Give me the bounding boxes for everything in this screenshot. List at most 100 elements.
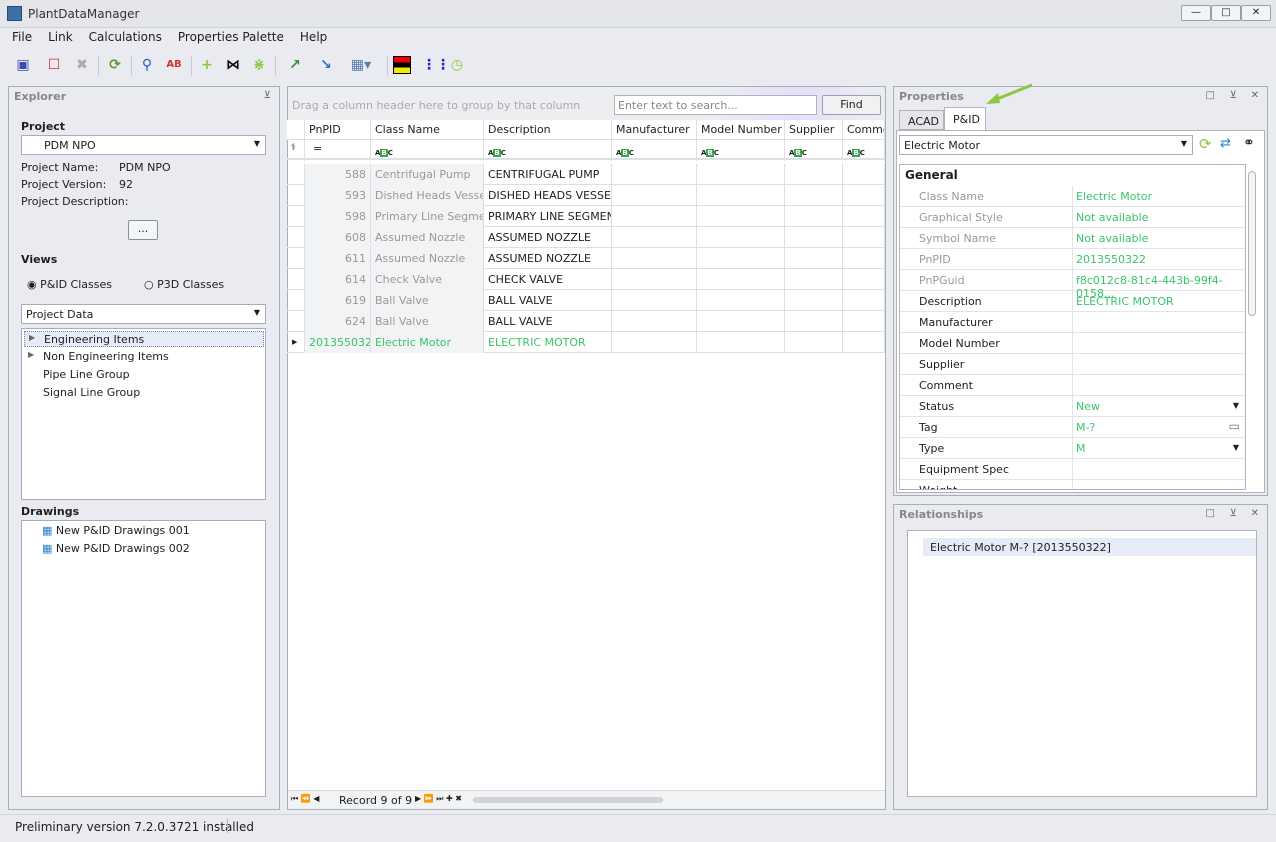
pnpid-cell[interactable]: 614 bbox=[305, 269, 371, 290]
property-value[interactable]: Not available bbox=[1076, 211, 1148, 224]
property-row[interactable]: Manufacturer bbox=[900, 312, 1245, 333]
tree-item-non-engineering-items[interactable]: ▶ Non Engineering Items bbox=[24, 349, 264, 365]
empty-cell[interactable] bbox=[785, 332, 843, 353]
close-icon[interactable]: ✖ bbox=[73, 56, 91, 74]
dropdown-arrow-icon[interactable]: ▼ bbox=[1233, 443, 1239, 452]
maximize-button[interactable]: □ bbox=[1211, 5, 1241, 21]
export-icon[interactable]: ↗ bbox=[286, 56, 304, 74]
empty-cell[interactable] bbox=[843, 311, 885, 332]
class-name-cell[interactable]: Dished Heads Vessel bbox=[371, 185, 484, 206]
property-row[interactable]: Graphical Style Not available bbox=[900, 207, 1245, 228]
empty-cell[interactable] bbox=[785, 269, 843, 290]
empty-cell[interactable] bbox=[697, 290, 785, 311]
class-select[interactable]: Electric Motor ▼ bbox=[899, 135, 1193, 155]
columns-icon[interactable]: ⋮⋮ bbox=[422, 56, 450, 74]
view-select[interactable]: Project Data ▼ bbox=[21, 304, 266, 324]
menu-properties-palette[interactable]: Properties Palette bbox=[166, 28, 292, 44]
row-indicator[interactable] bbox=[287, 269, 305, 290]
property-row[interactable]: Description ELECTRIC MOTOR bbox=[900, 291, 1245, 312]
empty-cell[interactable] bbox=[785, 227, 843, 248]
column-header[interactable]: Class Name bbox=[371, 120, 484, 141]
sync-icon[interactable]: ⇄ bbox=[1220, 136, 1231, 151]
empty-cell[interactable] bbox=[697, 311, 785, 332]
property-value[interactable]: M bbox=[1076, 442, 1086, 455]
editor-icon[interactable]: ▭ bbox=[1229, 419, 1240, 433]
refresh-icon[interactable]: ⟳ bbox=[106, 56, 124, 74]
description-cell[interactable]: ELECTRIC MOTOR bbox=[484, 332, 612, 353]
more-button[interactable]: ... bbox=[128, 220, 158, 240]
property-value[interactable]: 2013550322 bbox=[1076, 253, 1146, 266]
filter-operator[interactable]: = bbox=[305, 140, 371, 161]
filter-cell[interactable]: ABC bbox=[843, 140, 885, 161]
class-name-cell[interactable]: Assumed Nozzle bbox=[371, 248, 484, 269]
empty-cell[interactable] bbox=[697, 185, 785, 206]
pin-icon[interactable]: ⊻ bbox=[1230, 508, 1237, 519]
property-row[interactable]: PnPID 2013550322 bbox=[900, 249, 1245, 270]
empty-cell[interactable] bbox=[785, 311, 843, 332]
column-header[interactable]: Supplier bbox=[785, 120, 843, 141]
compare-icon[interactable]: ⚭ bbox=[1243, 135, 1255, 151]
row-indicator[interactable] bbox=[287, 248, 305, 269]
menu-help[interactable]: Help bbox=[288, 28, 335, 44]
row-indicator[interactable] bbox=[287, 290, 305, 311]
dropdown-arrow-icon[interactable]: ▼ bbox=[1233, 401, 1239, 410]
property-row[interactable]: Comment bbox=[900, 375, 1245, 396]
class-name-cell[interactable]: Centrifugal Pump bbox=[371, 164, 484, 185]
class-name-cell[interactable]: Check Valve bbox=[371, 269, 484, 290]
empty-cell[interactable] bbox=[697, 332, 785, 353]
description-cell[interactable]: CHECK VALVE bbox=[484, 269, 612, 290]
drawing-item[interactable]: ▦ New P&ID Drawings 002 bbox=[42, 542, 190, 555]
row-indicator[interactable] bbox=[287, 227, 305, 248]
drawing-item[interactable]: ▦ New P&ID Drawings 001 bbox=[42, 524, 190, 537]
property-value[interactable]: M-? bbox=[1076, 421, 1095, 434]
search-icon[interactable]: ⚲ bbox=[138, 56, 156, 74]
property-value[interactable]: ELECTRIC MOTOR bbox=[1076, 295, 1174, 308]
menu-link[interactable]: Link bbox=[36, 28, 81, 44]
close-window-button[interactable]: ✕ bbox=[1241, 5, 1271, 21]
empty-cell[interactable] bbox=[612, 290, 697, 311]
property-row[interactable]: Weight bbox=[900, 480, 1245, 489]
pnpid-cell[interactable]: 619 bbox=[305, 290, 371, 311]
filter-cell[interactable]: ABC bbox=[697, 140, 785, 161]
tree-item-signal-line-group[interactable]: Signal Line Group bbox=[43, 386, 140, 399]
empty-cell[interactable] bbox=[697, 269, 785, 290]
tab-acad[interactable]: ACAD bbox=[899, 110, 944, 130]
property-value[interactable]: Not available bbox=[1076, 232, 1148, 245]
pin-icon[interactable]: ⊻ bbox=[1230, 90, 1237, 101]
project-select[interactable]: PDM NPO ▼ bbox=[21, 135, 266, 155]
row-indicator[interactable] bbox=[287, 206, 305, 227]
empty-cell[interactable] bbox=[612, 269, 697, 290]
empty-cell[interactable] bbox=[785, 206, 843, 227]
search-input[interactable]: Enter text to search... bbox=[614, 95, 817, 115]
empty-cell[interactable] bbox=[697, 164, 785, 185]
pnpid-cell[interactable]: 588 bbox=[305, 164, 371, 185]
relationship-item[interactable]: Electric Motor M-? [2013550322] bbox=[923, 538, 1256, 556]
filter-cell[interactable]: ABC bbox=[785, 140, 843, 161]
empty-cell[interactable] bbox=[843, 206, 885, 227]
tree-item-pipe-line-group[interactable]: Pipe Line Group bbox=[43, 368, 130, 381]
radio-p3d-classes[interactable]: ○ P3D Classes bbox=[144, 278, 224, 291]
find-button[interactable]: Find bbox=[822, 95, 881, 115]
empty-cell[interactable] bbox=[697, 206, 785, 227]
empty-cell[interactable] bbox=[612, 311, 697, 332]
description-cell[interactable]: BALL VALVE bbox=[484, 290, 612, 311]
empty-cell[interactable] bbox=[612, 227, 697, 248]
menu-file[interactable]: File bbox=[0, 28, 40, 44]
nav-buttons[interactable]: ⏮ ⏪ ◀ bbox=[291, 794, 319, 804]
property-row[interactable]: Equipment Spec bbox=[900, 459, 1245, 480]
empty-cell[interactable] bbox=[785, 290, 843, 311]
property-row[interactable]: Class Name Electric Motor bbox=[900, 186, 1245, 207]
close-icon[interactable]: ✕ bbox=[1251, 508, 1259, 519]
empty-cell[interactable] bbox=[843, 269, 885, 290]
empty-cell[interactable] bbox=[697, 227, 785, 248]
empty-cell[interactable] bbox=[612, 206, 697, 227]
split-icon[interactable]: ⋇ bbox=[250, 56, 268, 74]
refresh-icon[interactable]: ⟳ bbox=[1199, 135, 1212, 153]
property-row[interactable]: Status New ▼ bbox=[900, 396, 1245, 417]
save-icon[interactable]: ▣ bbox=[14, 56, 32, 74]
class-name-cell[interactable]: Primary Line Segment bbox=[371, 206, 484, 227]
column-header[interactable]: PnPID bbox=[305, 120, 371, 141]
class-name-cell[interactable]: Assumed Nozzle bbox=[371, 227, 484, 248]
radio-pid-classes[interactable]: ◉ P&ID Classes bbox=[27, 278, 112, 291]
empty-cell[interactable] bbox=[612, 185, 697, 206]
